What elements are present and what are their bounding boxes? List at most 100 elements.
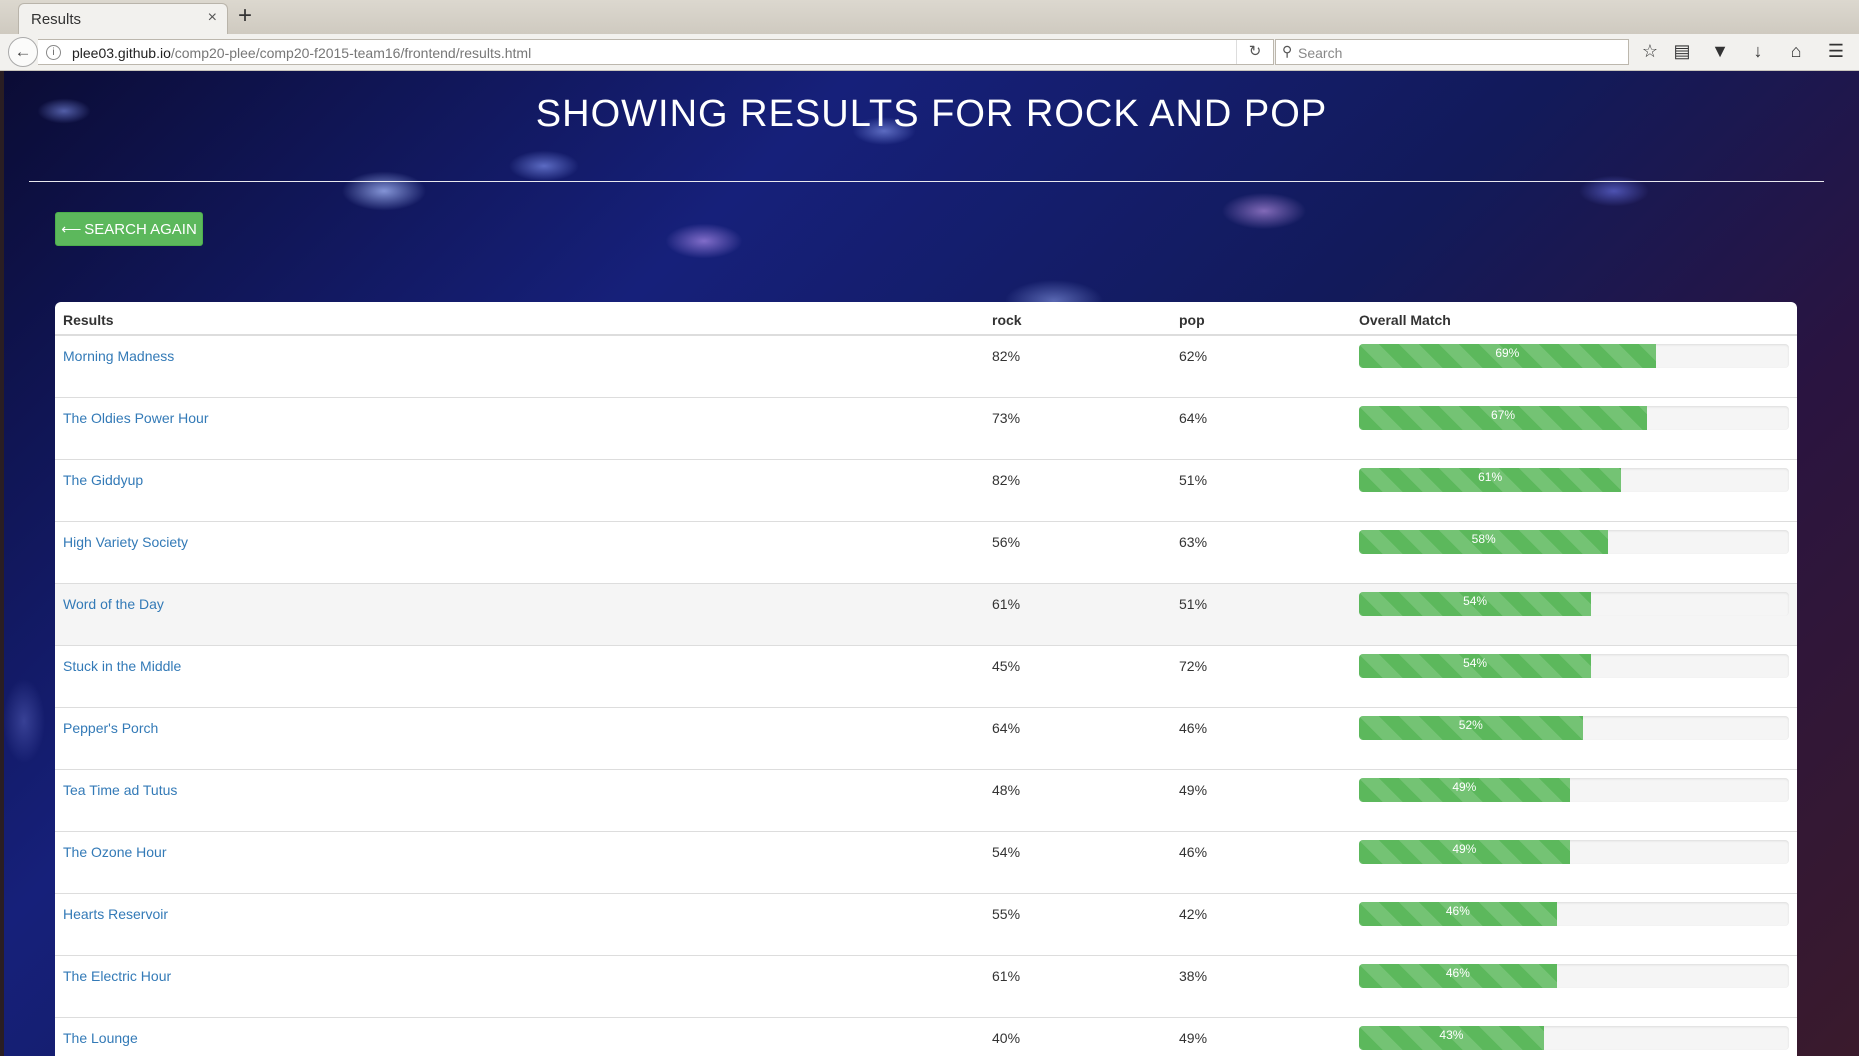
overall-match-bar: 54%: [1359, 654, 1592, 678]
overall-match-progress: 49%: [1359, 840, 1789, 864]
url-host: plee03.github.io: [72, 45, 171, 61]
overall-match-progress: 46%: [1359, 964, 1789, 988]
overall-match-progress: 49%: [1359, 778, 1789, 802]
url-bar[interactable]: i plee03.github.io/comp20-plee/comp20-f2…: [38, 39, 1274, 65]
station-link[interactable]: The Lounge: [63, 1030, 138, 1046]
overall-match-progress: 46%: [1359, 902, 1789, 926]
station-link[interactable]: Morning Madness: [63, 348, 174, 364]
table-row: Word of the Day 61% 51% 54%: [55, 584, 1797, 646]
pop-percent: 51%: [1179, 472, 1208, 488]
table-header: Results rock pop Overall Match: [55, 302, 1797, 336]
station-link[interactable]: The Oldies Power Hour: [63, 410, 209, 426]
table-row: The Electric Hour 61% 38% 46%: [55, 956, 1797, 1018]
search-icon: ⚲: [1282, 43, 1293, 59]
new-tab-button[interactable]: +: [238, 2, 252, 30]
reading-list-icon[interactable]: ▤: [1670, 41, 1694, 62]
overall-match-bar: 46%: [1359, 902, 1557, 926]
overall-match-bar: 54%: [1359, 592, 1592, 616]
table-row: The Oldies Power Hour 73% 64% 67%: [55, 398, 1797, 460]
overall-match-bar: 67%: [1359, 406, 1648, 430]
overall-match-progress: 43%: [1359, 1026, 1789, 1050]
overall-match-progress: 54%: [1359, 592, 1789, 616]
column-header-overall-match: Overall Match: [1359, 312, 1451, 328]
overall-match-bar: 49%: [1359, 840, 1570, 864]
overall-match-progress: 54%: [1359, 654, 1789, 678]
pop-percent: 64%: [1179, 410, 1208, 426]
overall-match-bar: 52%: [1359, 716, 1583, 740]
station-link[interactable]: The Ozone Hour: [63, 844, 167, 860]
info-icon[interactable]: i: [46, 45, 61, 60]
table-row: Pepper's Porch 64% 46% 52%: [55, 708, 1797, 770]
reload-icon[interactable]: ↻: [1236, 40, 1273, 64]
table-row: Morning Madness 82% 62% 69%: [55, 336, 1797, 398]
overall-match-progress: 69%: [1359, 344, 1789, 368]
pop-percent: 38%: [1179, 968, 1208, 984]
pop-percent: 42%: [1179, 906, 1208, 922]
rock-percent: 82%: [992, 348, 1021, 364]
overall-match-bar: 49%: [1359, 778, 1570, 802]
station-link[interactable]: Pepper's Porch: [63, 720, 158, 736]
page-title: SHOWING RESULTS FOR ROCK AND POP: [535, 93, 1328, 135]
pop-percent: 63%: [1179, 534, 1208, 550]
overall-match-bar: 58%: [1359, 530, 1609, 554]
pop-percent: 51%: [1179, 596, 1208, 612]
pop-percent: 46%: [1179, 844, 1208, 860]
rock-percent: 73%: [992, 410, 1021, 426]
station-link[interactable]: The Electric Hour: [63, 968, 171, 984]
pop-percent: 46%: [1179, 720, 1208, 736]
page-content: SHOWING RESULTS FOR ROCK AND POP ⟵ SEARCH…: [4, 71, 1859, 1056]
rock-percent: 54%: [992, 844, 1021, 860]
rock-percent: 61%: [992, 968, 1021, 984]
bookmark-star-icon[interactable]: ☆: [1638, 41, 1662, 62]
rock-percent: 61%: [992, 596, 1021, 612]
back-arrow-icon[interactable]: ←: [8, 37, 38, 67]
pop-percent: 49%: [1179, 1030, 1208, 1046]
results-table: Results rock pop Overall Match Morning M…: [55, 302, 1797, 1056]
search-input[interactable]: ⚲ Search: [1275, 39, 1629, 65]
rock-percent: 40%: [992, 1030, 1021, 1046]
url-path: /comp20-plee/comp20-f2015-team16/fronten…: [170, 45, 532, 61]
rock-percent: 48%: [992, 782, 1021, 798]
search-placeholder: Search: [1298, 45, 1343, 61]
station-link[interactable]: The Giddyup: [63, 472, 143, 488]
menu-icon[interactable]: ☰: [1824, 41, 1848, 62]
overall-match-progress: 67%: [1359, 406, 1789, 430]
table-row: Hearts Reservoir 55% 42% 46%: [55, 894, 1797, 956]
pop-percent: 72%: [1179, 658, 1208, 674]
station-link[interactable]: Stuck in the Middle: [63, 658, 181, 674]
download-icon[interactable]: ↓: [1746, 41, 1770, 62]
overall-match-bar: 61%: [1359, 468, 1622, 492]
overall-match-bar: 43%: [1359, 1026, 1544, 1050]
table-row: High Variety Society 56% 63% 58%: [55, 522, 1797, 584]
station-link[interactable]: High Variety Society: [63, 534, 188, 550]
station-link[interactable]: Tea Time ad Tutus: [63, 782, 177, 798]
column-header-results: Results: [63, 312, 114, 328]
overall-match-progress: 61%: [1359, 468, 1789, 492]
url-text[interactable]: plee03.github.io/comp20-plee/comp20-f201…: [72, 45, 531, 61]
column-header-pop: pop: [1179, 312, 1205, 328]
table-row: The Lounge 40% 49% 43%: [55, 1018, 1797, 1056]
rock-percent: 64%: [992, 720, 1021, 736]
arrow-left-icon: ⟵: [61, 221, 82, 237]
tab-results[interactable]: Results ×: [18, 3, 228, 34]
rock-percent: 56%: [992, 534, 1021, 550]
column-header-rock: rock: [992, 312, 1022, 328]
station-link[interactable]: Hearts Reservoir: [63, 906, 168, 922]
table-row: The Ozone Hour 54% 46% 49%: [55, 832, 1797, 894]
overall-match-progress: 52%: [1359, 716, 1789, 740]
close-tab-icon[interactable]: ×: [208, 9, 217, 27]
search-again-button[interactable]: ⟵ SEARCH AGAIN: [55, 212, 203, 246]
search-again-label: SEARCH AGAIN: [84, 221, 197, 238]
tab-title: Results: [31, 11, 82, 28]
overall-match-bar: 69%: [1359, 344, 1656, 368]
table-row: Tea Time ad Tutus 48% 49% 49%: [55, 770, 1797, 832]
station-link[interactable]: Word of the Day: [63, 596, 164, 612]
tab-strip: Results × +: [0, 0, 1859, 35]
overall-match-progress: 58%: [1359, 530, 1789, 554]
overall-match-bar: 46%: [1359, 964, 1557, 988]
pocket-icon[interactable]: ▼: [1708, 41, 1732, 62]
pop-percent: 62%: [1179, 348, 1208, 364]
header-divider: [29, 181, 1824, 182]
table-row: Stuck in the Middle 45% 72% 54%: [55, 646, 1797, 708]
home-icon[interactable]: ⌂: [1784, 41, 1808, 62]
